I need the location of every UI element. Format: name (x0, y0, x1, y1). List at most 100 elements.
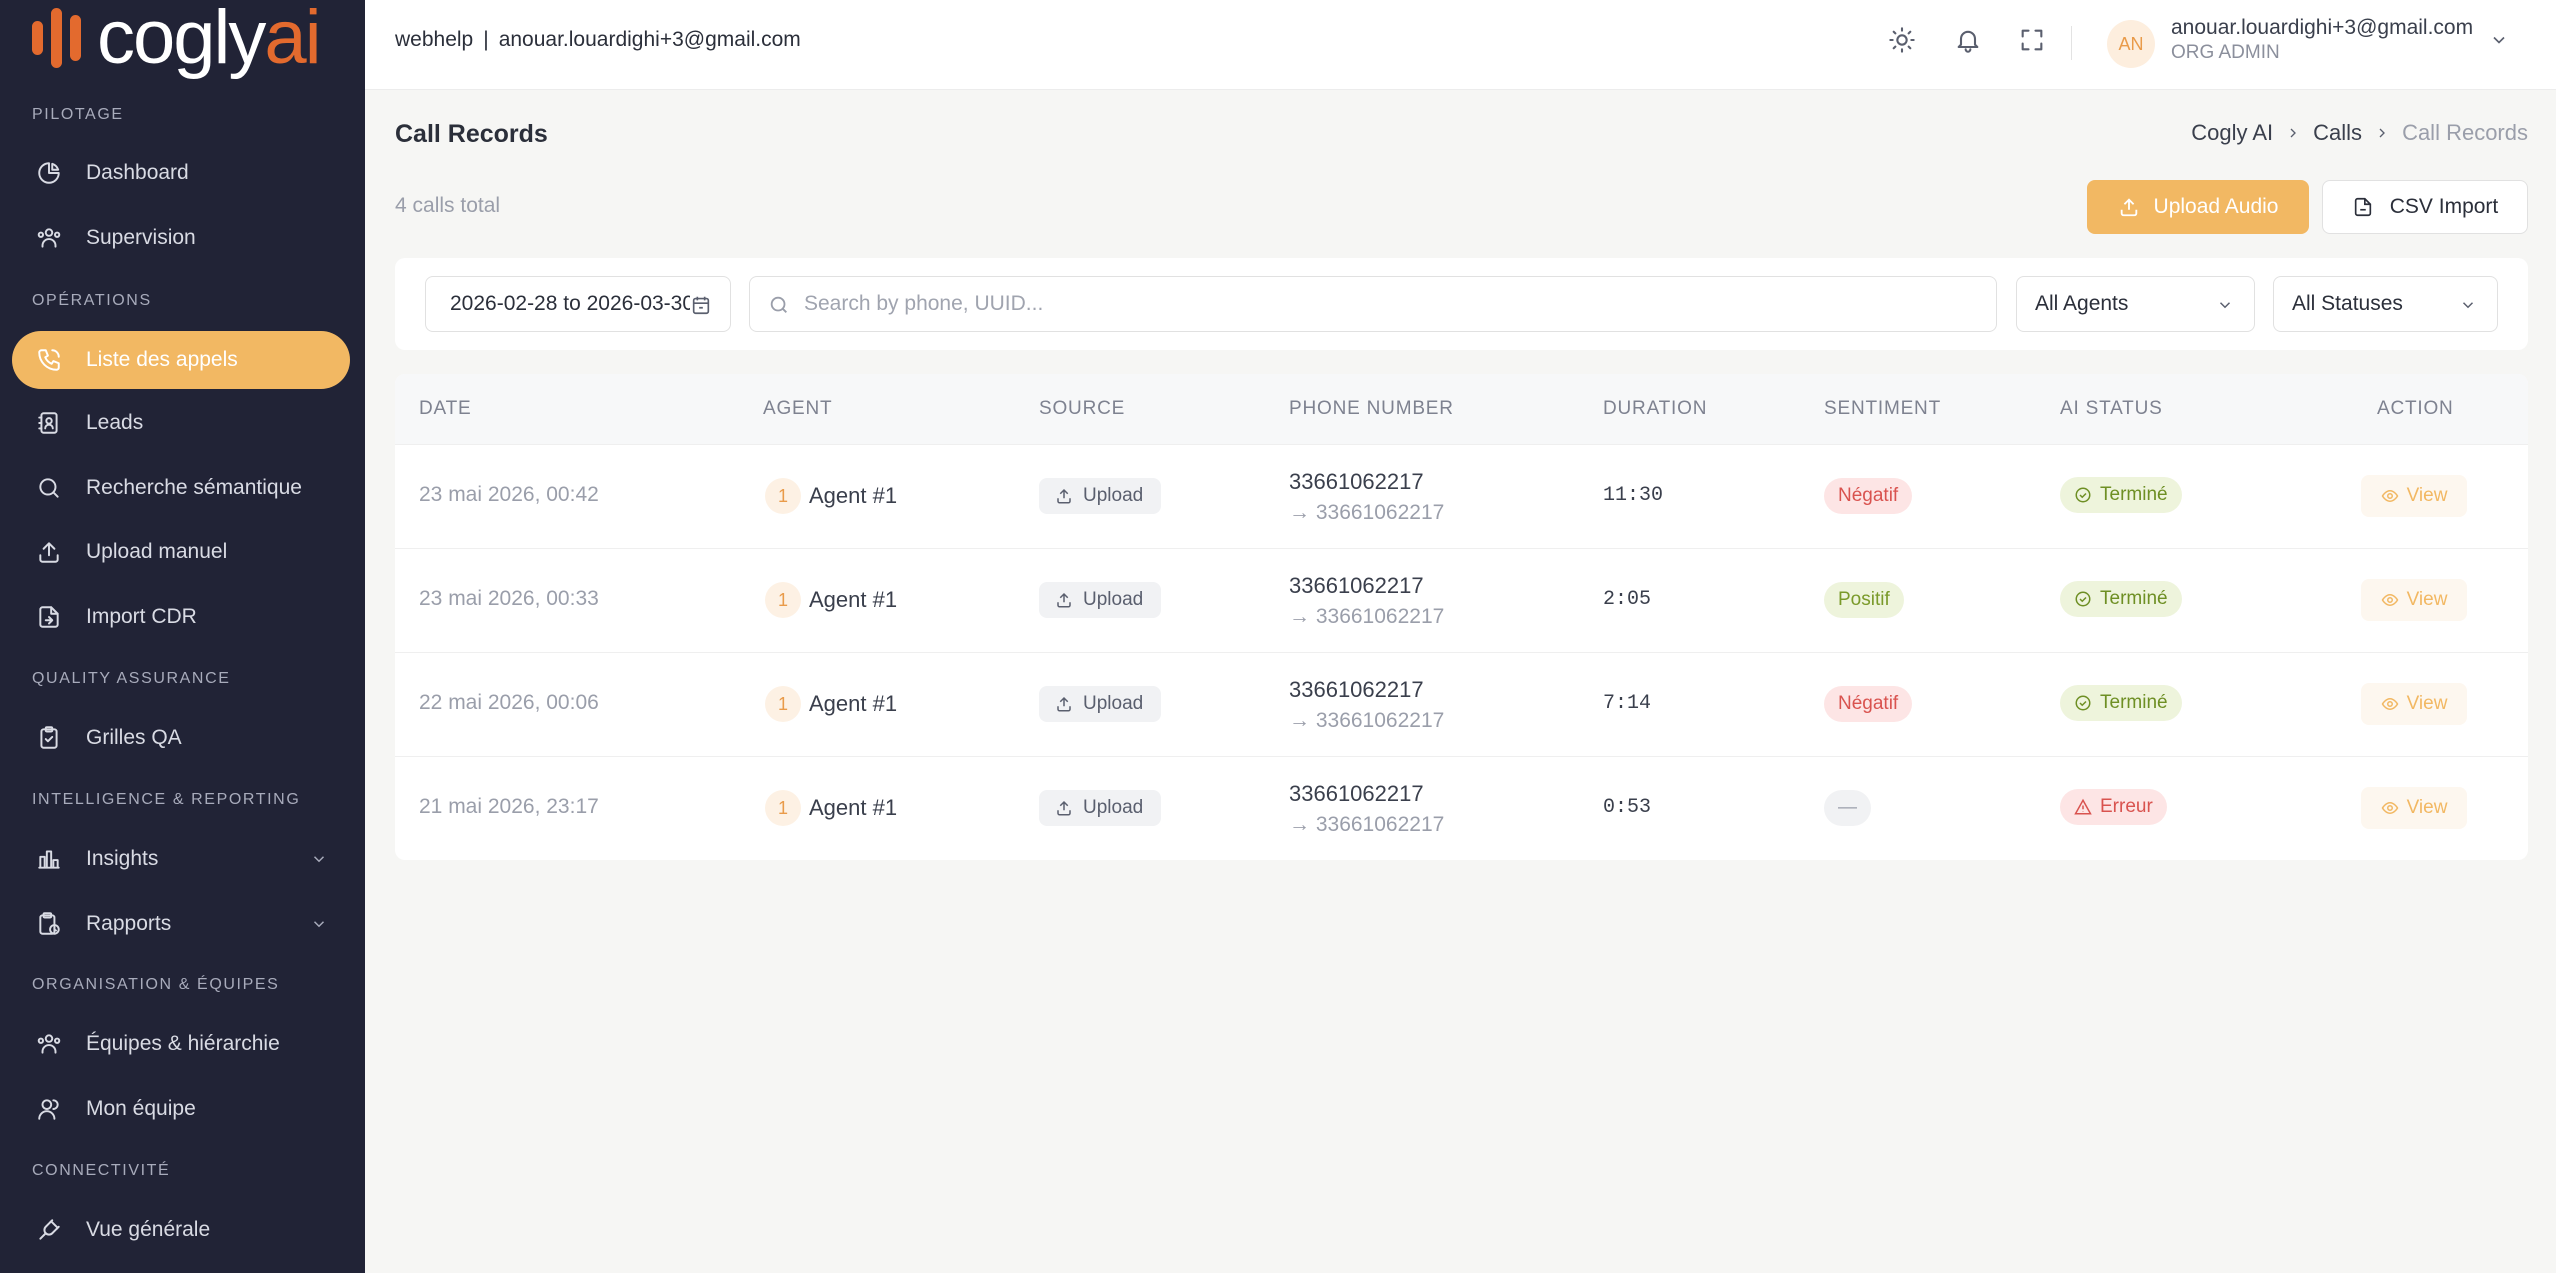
search-input[interactable]: Search by phone, UUID... (749, 276, 1997, 332)
column-header-ai-status: AI STATUS (2060, 398, 2163, 419)
sidebar-item-rapports[interactable]: Rapports (12, 895, 350, 953)
sidebar-item-label: Grilles QA (86, 726, 182, 749)
fullscreen-icon[interactable] (2015, 23, 2049, 57)
calendar-icon[interactable] (690, 294, 712, 316)
sidebar-item-mon-equipe[interactable]: Mon équipe (12, 1080, 350, 1138)
destination-number: → 33661062217 (1289, 605, 1445, 628)
phone-number: 33661062217 (1289, 573, 1424, 598)
ai-status-badge: Terminé (2060, 685, 2182, 721)
date-range-picker[interactable]: 2026-02-28 to 2026-03-30 (425, 276, 731, 332)
theme-toggle-sun-icon[interactable] (1885, 23, 1919, 57)
workspace-name: webhelp (395, 28, 474, 51)
source-label: Upload (1083, 797, 1144, 818)
brand-logo[interactable]: coglyai (32, 0, 322, 76)
eye-icon (2381, 697, 2398, 711)
view-label: View (2406, 485, 2448, 506)
view-button[interactable]: View (2361, 579, 2467, 621)
sidebar-item-import-cdr[interactable]: Import CDR (12, 588, 350, 646)
sidebar-item-label: Rapports (86, 912, 172, 935)
destination-number: → 33661062217 (1289, 501, 1445, 524)
sidebar-item-label: Dashboard (86, 161, 189, 184)
sentiment-badge: Positif (1824, 582, 1904, 618)
chevron-down-icon (2459, 296, 2477, 314)
status-filter-select[interactable]: All Statuses (2273, 276, 2498, 332)
section-label-intelligence-reporting: INTELLIGENCE & REPORTING (32, 791, 301, 808)
section-label-pilotage: PILOTAGE (32, 106, 124, 123)
sidebar-item-leads[interactable]: Leads (12, 394, 350, 452)
search-icon (32, 471, 66, 505)
table-row[interactable]: 22 mai 2026, 00:06 1 Agent #1 Upload 336… (395, 652, 2528, 756)
breadcrumb-item-home[interactable]: Cogly AI (2191, 120, 2273, 146)
ai-status-badge: Terminé (2060, 581, 2182, 617)
user-email[interactable]: anouar.louardighi+3@gmail.com (2171, 16, 2473, 40)
source-badge: Upload (1039, 478, 1162, 514)
section-label-organisation-equipes: ORGANISATION & ÉQUIPES (32, 976, 280, 993)
sidebar-item-dashboard[interactable]: Dashboard (12, 144, 350, 202)
source-label: Upload (1083, 589, 1144, 610)
agent-filter-select[interactable]: All Agents (2016, 276, 2255, 332)
call-date: 22 mai 2026, 00:06 (419, 691, 599, 714)
view-button[interactable]: View (2361, 683, 2467, 725)
sidebar-item-label: Mon équipe (86, 1097, 196, 1120)
upload-icon (1057, 696, 1071, 712)
users-icon (32, 221, 66, 255)
agent-name: Agent #1 (809, 483, 898, 508)
breadcrumb-item-current: Call Records (2402, 120, 2528, 145)
call-duration: 11:30 (1603, 484, 1664, 507)
avatar[interactable]: AN (2107, 20, 2155, 68)
sidebar-item-liste-des-appels[interactable]: Liste des appels (12, 331, 350, 389)
sidebar-item-grilles-qa[interactable]: Grilles QA (12, 709, 350, 767)
agent-name: Agent #1 (809, 691, 898, 716)
page-title: Call Records (395, 120, 548, 148)
table-row[interactable]: 23 mai 2026, 00:33 1 Agent #1 Upload 336… (395, 548, 2528, 652)
sidebar-item-equipes-hierarchie[interactable]: Équipes & hiérarchie (12, 1015, 350, 1073)
upload-icon (2120, 198, 2137, 217)
sentiment-badge: — (1824, 790, 1871, 826)
file-import-icon (32, 600, 66, 634)
table-row[interactable]: 21 mai 2026, 23:17 1 Agent #1 Upload 336… (395, 756, 2528, 860)
eye-icon (2381, 801, 2398, 815)
csv-import-label: CSV Import (2389, 195, 2499, 218)
view-button[interactable]: View (2361, 475, 2467, 517)
phone-icon (32, 343, 66, 377)
sentiment-badge: Négatif (1824, 478, 1913, 514)
chevron-down-icon (310, 850, 328, 868)
sidebar-item-recherche-semantique[interactable]: Recherche sémantique (12, 459, 350, 517)
chevron-down-icon[interactable] (2489, 30, 2509, 50)
sidebar-item-upload-manuel[interactable]: Upload manuel (12, 523, 350, 581)
view-button[interactable]: View (2361, 787, 2467, 829)
search-placeholder: Search by phone, UUID... (804, 292, 1044, 315)
check-circle-icon (2075, 591, 2091, 607)
upload-icon (1057, 488, 1071, 504)
bell-icon[interactable] (1951, 23, 1985, 57)
chevron-down-icon (310, 915, 328, 933)
user-role: ORG ADMIN (2171, 42, 2280, 63)
chevron-right-icon (2285, 125, 2301, 141)
call-duration: 2:05 (1603, 588, 1652, 611)
agent-name: Agent #1 (809, 795, 898, 820)
upload-audio-button[interactable]: Upload Audio (2087, 180, 2309, 234)
destination-number: → 33661062217 (1289, 813, 1445, 836)
call-date: 23 mai 2026, 00:33 (419, 587, 599, 610)
call-date: 23 mai 2026, 00:42 (419, 483, 599, 506)
view-label: View (2406, 693, 2448, 714)
header-divider (2071, 26, 2072, 60)
bar-chart-icon (32, 842, 66, 876)
sidebar-item-label: Liste des appels (86, 348, 238, 371)
csv-import-button[interactable]: CSV Import (2322, 180, 2528, 234)
sidebar-item-insights[interactable]: Insights (12, 830, 350, 888)
call-duration: 0:53 (1603, 796, 1652, 819)
account-email: anouar.louardighi+3@gmail.com (498, 28, 801, 51)
column-header-duration: DURATION (1603, 398, 1708, 419)
sidebar-item-label: Vue générale (86, 1218, 211, 1241)
section-label-connectivite: CONNECTIVITÉ (32, 1162, 171, 1179)
calls-total-count: 4 calls total (395, 194, 501, 217)
sidebar-item-vue-generale[interactable]: Vue générale (12, 1201, 350, 1259)
plug-icon (32, 1213, 66, 1247)
workspace-separator: | (483, 28, 489, 51)
search-icon (768, 294, 790, 316)
breadcrumb-item-calls[interactable]: Calls (2313, 120, 2362, 146)
check-circle-icon (2075, 695, 2091, 711)
table-row[interactable]: 23 mai 2026, 00:42 1 Agent #1 Upload 336… (395, 444, 2528, 548)
sidebar-item-supervision[interactable]: Supervision (12, 209, 350, 267)
